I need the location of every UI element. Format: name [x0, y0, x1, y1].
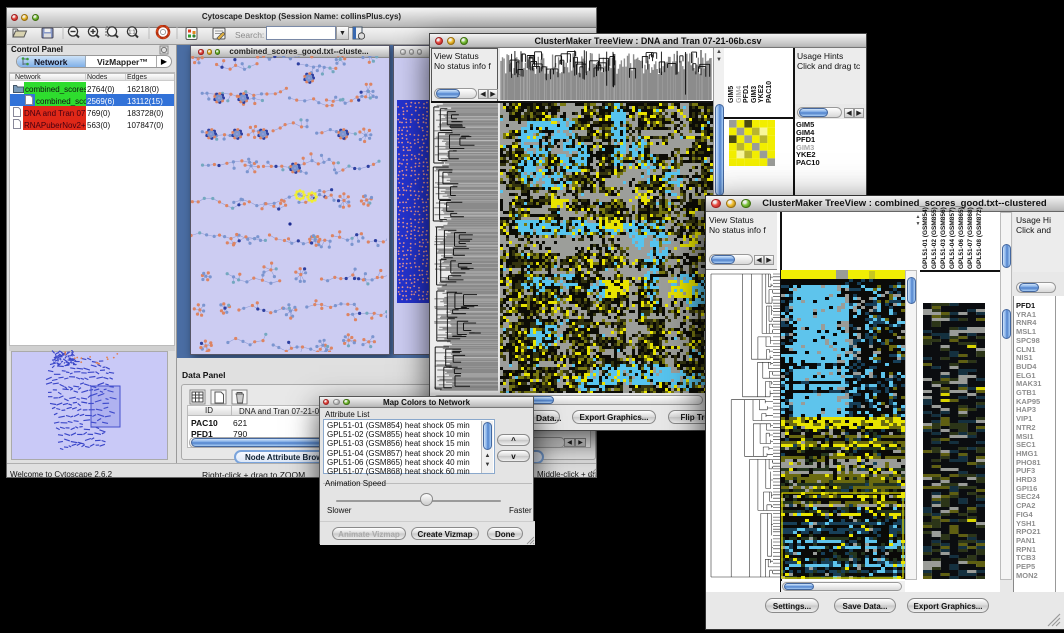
- svg-text:1:1: 1:1: [129, 30, 136, 36]
